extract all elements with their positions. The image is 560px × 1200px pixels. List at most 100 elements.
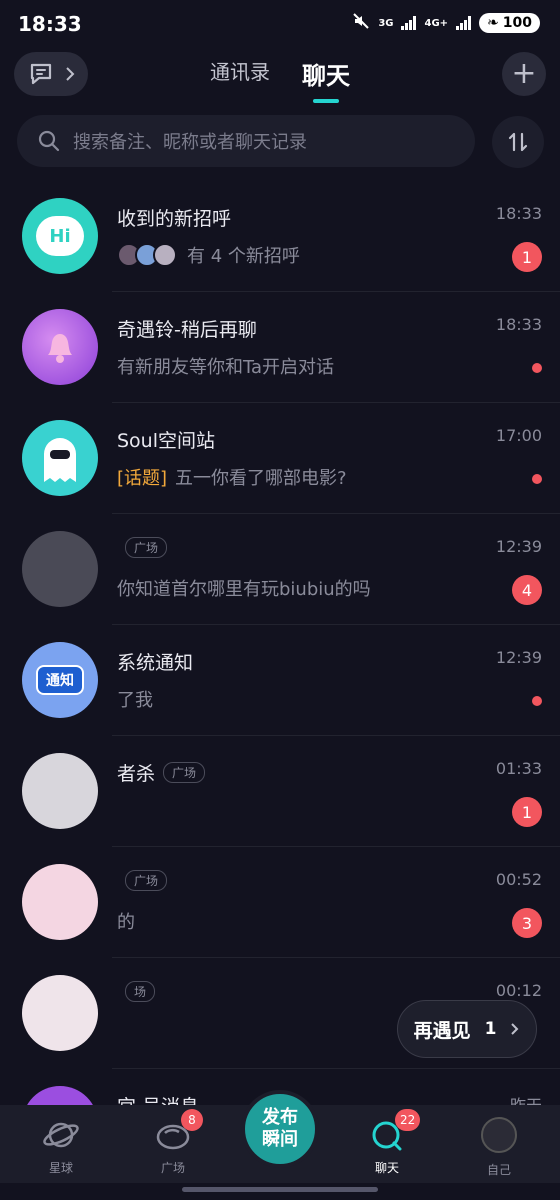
square-tag: 广场 <box>125 537 168 558</box>
chat-time: 12:39 <box>495 537 542 556</box>
chat-time: 12:39 <box>495 648 542 667</box>
square-icon: 8 <box>153 1109 203 1155</box>
publish-moment-button[interactable]: 发布 瞬间 <box>241 1090 319 1168</box>
publish-label-1: 发布 <box>262 1107 298 1128</box>
chat-name: 场 <box>117 981 156 1002</box>
avatar <box>22 975 98 1051</box>
avatar: Hi <box>22 198 98 274</box>
chat-message-text: 五一你看了哪部电影? <box>175 468 347 489</box>
unread-badge: 1 <box>512 797 542 827</box>
avatar: 通知 <box>22 642 98 718</box>
nav-label: 星球 <box>48 1161 73 1175</box>
chevron-right-icon <box>511 1023 519 1035</box>
chat-name: Soul空间站 <box>117 430 216 452</box>
tab-chat[interactable]: 聊天 <box>302 56 350 103</box>
chat-name: 广场 <box>117 537 168 558</box>
chat-message: 了我 <box>117 690 153 711</box>
planet-icon <box>41 1115 81 1155</box>
sort-button[interactable] <box>492 116 544 168</box>
avatar <box>22 531 98 607</box>
tab-contacts[interactable]: 通讯录 <box>210 56 270 101</box>
search-icon <box>38 130 60 152</box>
chat-message-text: 有 4 个新招呼 <box>187 246 300 267</box>
ghost-astronaut-icon <box>44 438 76 482</box>
profile-avatar <box>479 1117 519 1157</box>
signal-icon <box>401 16 417 30</box>
nav-label: 聊天 <box>374 1161 399 1175</box>
avatar <box>22 864 98 940</box>
unread-badge: 4 <box>512 575 542 605</box>
chat-row-system-notice[interactable]: 通知 系统通知 了我 12:39 <box>0 624 560 735</box>
chat-name-text: 者杀 <box>117 763 156 785</box>
square-tag: 广场 <box>125 870 168 891</box>
status-icons: 3G 4G+ ❧ 100 <box>352 12 540 34</box>
chat-name: 收到的新招呼 <box>117 208 232 230</box>
chat-message: 有 4 个新招呼 <box>117 242 300 268</box>
network-type-1: 3G <box>378 17 394 29</box>
nav-label: 广场 <box>160 1161 185 1175</box>
add-button[interactable]: + <box>502 52 546 96</box>
chat-time: 01:33 <box>495 759 542 778</box>
square-tag: 场 <box>125 981 156 1002</box>
sort-arrows-icon <box>508 132 528 152</box>
hi-bubble-icon: Hi <box>36 216 84 256</box>
unread-dot <box>532 696 542 706</box>
header: 通讯录 聊天 + <box>0 48 560 104</box>
chat-name: 奇遇铃-稍后再聊 <box>117 319 257 341</box>
avatar <box>22 420 98 496</box>
chat-bubble-icon: 22 <box>367 1109 421 1155</box>
nav-me[interactable]: 自己 <box>459 1115 539 1178</box>
chat-time: 00:12 <box>495 981 542 1000</box>
chat-row-soul-station[interactable]: Soul空间站 [话题] 五一你看了哪部电影? 17:00 <box>0 402 560 513</box>
chat-row[interactable]: 广场 的 00:52 3 <box>0 846 560 957</box>
nav-chat[interactable]: 22 聊天 <box>347 1109 427 1176</box>
unread-dot <box>532 363 542 373</box>
chat-row[interactable]: 广场 你知道首尔哪里有玩biubiu的吗 12:39 4 <box>0 513 560 624</box>
unread-badge: 1 <box>512 242 542 272</box>
search-placeholder: 搜索备注、昵称或者聊天记录 <box>73 132 307 153</box>
status-bar: 18:33 3G 4G+ ❧ 100 <box>0 0 560 48</box>
chat-row-bell[interactable]: 奇遇铃-稍后再聊 有新朋友等你和Ta开启对话 18:33 <box>0 291 560 402</box>
battery-level: 100 <box>502 15 532 31</box>
nav-label: 自己 <box>486 1163 511 1177</box>
rematch-label: 再遇见 <box>413 1019 471 1042</box>
chat-name: 系统通知 <box>117 652 194 674</box>
notice-label: 通知 <box>36 665 84 695</box>
chat-message: [话题] 五一你看了哪部电影? <box>117 464 347 490</box>
rematch-count: 1 <box>484 1019 497 1039</box>
chat-time: 18:33 <box>495 204 542 223</box>
mute-icon <box>352 12 370 34</box>
greeting-avatars <box>117 243 177 267</box>
chat-time: 18:33 <box>495 315 542 334</box>
search-input[interactable]: 搜索备注、昵称或者聊天记录 <box>17 115 475 167</box>
avatar <box>22 309 98 385</box>
unread-dot <box>532 474 542 484</box>
chat-row-new-greetings[interactable]: Hi 收到的新招呼 有 4 个新招呼 18:33 1 <box>0 180 560 291</box>
rematch-button[interactable]: 再遇见 1 <box>397 1000 537 1058</box>
chat-time: 00:52 <box>495 870 542 889</box>
battery-leaf-icon: ❧ <box>487 15 499 31</box>
chat-time: 17:00 <box>495 426 542 445</box>
network-type-2: 4G+ <box>424 17 449 29</box>
chat-name: 者杀 广场 <box>117 759 206 786</box>
tab-bar: 通讯录 聊天 <box>0 56 560 103</box>
unread-badge: 3 <box>512 908 542 938</box>
topic-tag: [话题] <box>117 468 168 489</box>
nav-planet[interactable]: 星球 <box>21 1115 101 1176</box>
chat-row[interactable]: 者杀 广场 01:33 1 <box>0 735 560 846</box>
bell-icon <box>48 334 72 363</box>
publish-label-2: 瞬间 <box>262 1129 298 1150</box>
gesture-area <box>0 1183 560 1200</box>
square-tag: 广场 <box>163 762 206 783</box>
avatar <box>22 753 98 829</box>
chat-message: 的 <box>117 912 135 933</box>
gesture-bar[interactable] <box>182 1187 378 1192</box>
chat-message: 有新朋友等你和Ta开启对话 <box>117 357 335 378</box>
nav-square[interactable]: 8 广场 <box>133 1109 213 1176</box>
chat-message: 你知道首尔哪里有玩biubiu的吗 <box>117 579 371 600</box>
chat-name: 广场 <box>117 870 168 891</box>
plus-icon: + <box>511 56 537 91</box>
nav-badge: 22 <box>395 1109 421 1131</box>
status-time: 18:33 <box>18 12 82 36</box>
nav-badge: 8 <box>181 1109 203 1131</box>
